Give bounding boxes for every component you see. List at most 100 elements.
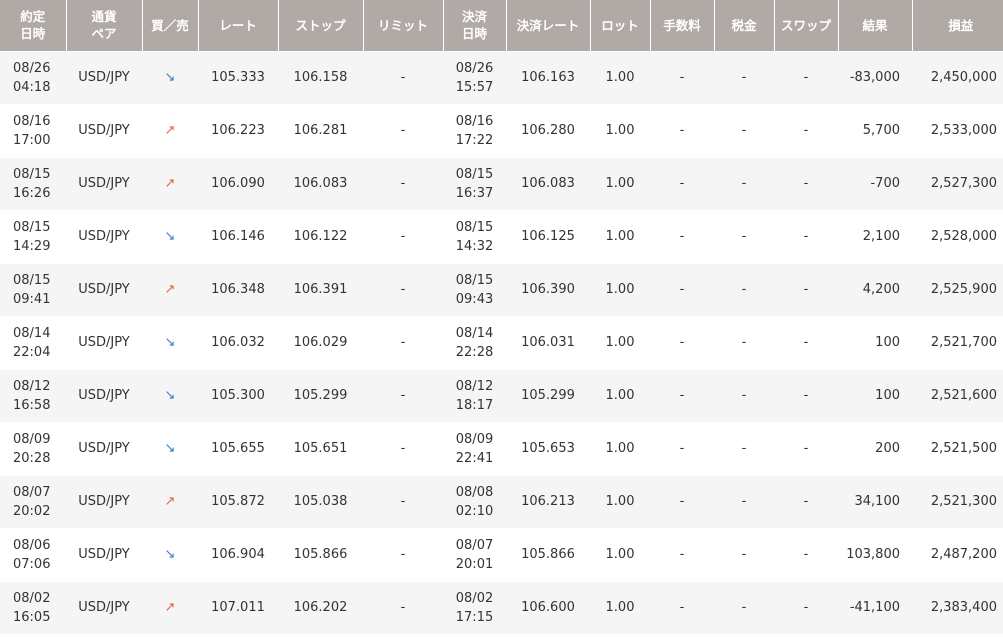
table-row: 08/16 17:00 USD/JPY ↗ 106.223 106.281 - 08/16 17… (0, 103, 1003, 157)
swap-swap: - (803, 388, 809, 403)
rate-cell: 105.300 (198, 368, 278, 422)
rate-rate: 106.904 (211, 547, 265, 562)
lot-lot: 1.00 (605, 388, 635, 403)
rate-rate: 106.090 (211, 176, 265, 191)
side-cell: ↘ (142, 315, 198, 369)
table-row: 08/07 20:02 USD/JPY ↗ 105.872 105.038 - 08/08 02… (0, 474, 1003, 528)
swap-swap: - (803, 70, 809, 85)
close-datetime-close-time: 14:32 (455, 238, 494, 254)
header-pnl: 損益 (912, 0, 1003, 51)
arrow-up-right-icon: ↗ (164, 282, 176, 297)
table-row: 08/15 16:26 USD/JPY ↗ 106.090 106.083 - 08/15 16… (0, 156, 1003, 210)
limit-limit: - (400, 388, 406, 403)
order-datetime-time: 16:05 (13, 609, 51, 625)
close-datetime-cell: 08/14 22:28 (443, 315, 506, 369)
stop-cell: 105.651 (278, 421, 363, 475)
rate-cell: 106.348 (198, 262, 278, 316)
header-order-datetime-label: 約定 (20, 9, 46, 25)
result-cell: 4,200 (838, 262, 912, 316)
fee-fee: - (679, 176, 685, 191)
rate-rate: 105.872 (211, 494, 265, 509)
order-datetime-time: 14:29 (13, 238, 51, 254)
tax-cell: - (714, 368, 774, 422)
pair-pair: USD/JPY (78, 282, 130, 297)
pair-cell: USD/JPY (66, 368, 142, 422)
swap-cell: - (774, 103, 838, 157)
close-datetime-close-date: 08/08 (455, 484, 494, 500)
pnl-pnl: 2,521,700 (930, 335, 997, 350)
pnl-cell: 2,527,300 (912, 156, 1003, 210)
arrow-up-right-icon: ↗ (164, 600, 176, 616)
pair-pair: USD/JPY (78, 600, 130, 616)
table-row: 08/09 20:28 USD/JPY ↘ 105.655 105.651 - 08/09 22… (0, 421, 1003, 475)
close-datetime-close-time: 16:37 (455, 185, 494, 201)
stop-cell: 106.029 (278, 315, 363, 369)
stop-stop: 106.158 (293, 70, 348, 85)
rate-cell: 106.032 (198, 315, 278, 369)
rate-rate: 105.300 (211, 388, 265, 403)
rate-cell: 106.146 (198, 209, 278, 263)
rate-rate: 105.333 (211, 70, 265, 85)
close-datetime-close-date: 08/09 (455, 431, 494, 447)
side-cell: ↘ (142, 368, 198, 422)
fee-fee: - (679, 70, 685, 85)
tax-tax: - (741, 335, 747, 350)
pair-cell: USD/JPY (66, 262, 142, 316)
order-datetime-cell: 08/07 20:02 (0, 474, 66, 528)
header-swap-label: スワップ (780, 17, 831, 33)
limit-cell: - (363, 315, 443, 369)
lot-cell: 1.00 (590, 209, 650, 263)
order-datetime-cell: 08/15 16:26 (0, 156, 66, 210)
result-result: 4,200 (862, 282, 900, 297)
order-datetime-cell: 08/02 16:05 (0, 580, 66, 634)
result-cell: -41,100 (838, 580, 912, 634)
tax-tax: - (741, 494, 747, 509)
fee-cell: - (650, 209, 714, 263)
pnl-pnl: 2,525,900 (930, 282, 997, 297)
tax-cell: - (714, 103, 774, 157)
table-row: 08/14 22:04 USD/JPY ↘ 106.032 106.029 - 08/14 22… (0, 315, 1003, 369)
table-header: 約定 日時 通貨 ペア 買／売 レート ストップ リミット 決済 日時 決済レート ロット 手数料 税金ス… (0, 0, 1003, 51)
lot-cell: 1.00 (590, 580, 650, 634)
swap-cell: - (774, 209, 838, 263)
pnl-cell: 2,525,900 (912, 262, 1003, 316)
pnl-cell: 2,487,200 (912, 527, 1003, 581)
pnl-cell: 2,521,600 (912, 368, 1003, 422)
pnl-cell: 2,521,300 (912, 474, 1003, 528)
close-rate-close-rate: 106.163 (521, 70, 575, 85)
close-datetime-close-date: 08/16 (455, 113, 494, 129)
header-stop: ストップ (278, 0, 364, 51)
swap-cell: - (774, 580, 838, 634)
swap-cell: - (774, 156, 838, 210)
swap-cell: - (774, 262, 838, 316)
header-rate-label: レート (219, 17, 257, 33)
arrow-down-right-icon: ↘ (164, 441, 176, 456)
tax-cell: - (714, 474, 774, 528)
pair-cell: USD/JPY (66, 50, 142, 104)
rate-cell: 107.011 (198, 580, 278, 634)
close-datetime-close-time: 17:22 (455, 132, 494, 148)
pair-cell: USD/JPY (66, 103, 142, 157)
result-cell: 100 (838, 315, 912, 369)
side-cell: ↘ (142, 527, 198, 581)
stop-cell: 106.281 (278, 103, 363, 157)
tax-tax: - (741, 123, 747, 138)
stop-cell: 105.038 (278, 474, 363, 528)
rate-cell: 106.223 (198, 103, 278, 157)
order-datetime-time: 17:00 (13, 132, 51, 148)
limit-cell: - (363, 527, 443, 581)
result-result: 5,700 (862, 123, 900, 138)
lot-cell: 1.00 (590, 156, 650, 210)
pnl-pnl: 2,521,600 (930, 388, 997, 403)
pnl-pnl: 2,487,200 (930, 547, 997, 562)
order-datetime-cell: 08/16 17:00 (0, 103, 66, 157)
order-datetime-cell: 08/15 14:29 (0, 209, 66, 263)
table-body: 08/26 04:18 USD/JPY ↘ 105.333 106.158 - 08/26 15… (0, 50, 1003, 634)
pnl-pnl: 2,521,500 (930, 441, 997, 456)
stop-stop: 105.038 (293, 494, 348, 509)
result-result: 100 (875, 335, 900, 350)
result-result: 103,800 (846, 547, 900, 562)
order-datetime-date: 08/16 (13, 113, 51, 129)
lot-lot: 1.00 (605, 441, 635, 456)
header-order-datetime: 約定 日時 (0, 0, 67, 51)
